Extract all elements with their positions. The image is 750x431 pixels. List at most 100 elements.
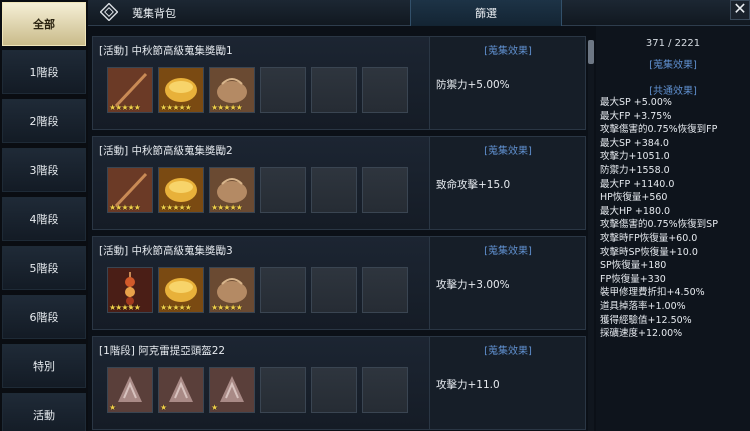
category-tab-stage-3[interactable]: 3階段 bbox=[2, 148, 86, 192]
stat-line: FP恢復量+330 bbox=[600, 273, 666, 285]
item-slot[interactable]: ★★★★★ bbox=[107, 167, 153, 213]
stat-line: 攻擊傷害的0.75%恢復到SP bbox=[600, 219, 718, 231]
item-slot[interactable]: ★★★★★ bbox=[158, 267, 204, 313]
stat-line: 最大HP +180.0 bbox=[600, 205, 671, 217]
stat-line: 獲得經驗值+12.50% bbox=[600, 314, 692, 326]
item-slot[interactable]: ★★★★★ bbox=[107, 67, 153, 113]
card-body: [活動] 中秋節高級蒐集獎勵1 ★★★★★ ★★★★★ ★★★★★ bbox=[93, 37, 429, 129]
category-tab-stage-1[interactable]: 1階段 bbox=[2, 50, 86, 94]
star-rating: ★★★★★ bbox=[211, 103, 243, 112]
stat-line: 採礦速度+12.00% bbox=[600, 328, 683, 340]
stat-line: HP恢復量+560 bbox=[600, 192, 668, 204]
effect-value: 防禦力+5.00% bbox=[436, 79, 510, 91]
effect-summary-panel: 371 / 2221 [蒐集效果] [共通效果] 最大SP +5.00% 最大F… bbox=[596, 26, 750, 431]
category-tab-all[interactable]: 全部 bbox=[2, 2, 86, 46]
item-slot[interactable]: ★★★★★ bbox=[209, 267, 255, 313]
star-rating: ★★★★★ bbox=[160, 103, 192, 112]
item-slot[interactable]: ★★★★★ bbox=[209, 167, 255, 213]
effect-value: 致命攻擊+15.0 bbox=[436, 179, 511, 191]
category-tab-stage-2[interactable]: 2階段 bbox=[2, 99, 86, 143]
empty-slot bbox=[311, 367, 357, 413]
item-slot[interactable]: ★ bbox=[158, 367, 204, 413]
stat-line: 攻擊力+1051.0 bbox=[600, 151, 670, 163]
stat-line: 道具掉落率+1.00% bbox=[600, 300, 686, 312]
empty-slot bbox=[260, 167, 306, 213]
category-tab-stage-6[interactable]: 6階段 bbox=[2, 295, 86, 339]
empty-slot bbox=[260, 367, 306, 413]
category-tab-stage-4[interactable]: 4階段 bbox=[2, 197, 86, 241]
collection-card[interactable]: [活動] 中秋節高級蒐集獎勵1 ★★★★★ ★★★★★ ★★★★★ [蒐集效果]… bbox=[92, 36, 586, 130]
scroll-thumb[interactable] bbox=[588, 40, 594, 64]
category-tab-stage-5[interactable]: 5階段 bbox=[2, 246, 86, 290]
window-title: 蒐集背包 bbox=[132, 7, 176, 20]
category-tab-event[interactable]: 活動 bbox=[2, 393, 86, 431]
collection-card[interactable]: [1階段] 阿克雷提亞頭盔22 ★ ★ ★ [蒐集效果] 攻擊力+11.0 bbox=[92, 336, 586, 430]
star-rating: ★ bbox=[109, 403, 116, 412]
stat-line: 攻擊時FP恢復量+60.0 bbox=[600, 232, 698, 244]
collection-list: [活動] 中秋節高級蒐集獎勵1 ★★★★★ ★★★★★ ★★★★★ [蒐集效果]… bbox=[92, 36, 586, 431]
card-body: [活動] 中秋節高級蒐集獎勵2 ★★★★★ ★★★★★ ★★★★★ bbox=[93, 137, 429, 229]
empty-slot bbox=[311, 67, 357, 113]
card-title: [1階段] 阿克雷提亞頭盔22 bbox=[99, 345, 226, 357]
star-rating: ★★★★★ bbox=[109, 103, 141, 112]
effect-heading: [蒐集效果] bbox=[484, 146, 532, 157]
empty-slot bbox=[362, 367, 408, 413]
stat-line: 攻擊傷害的0.75%恢復到FP bbox=[600, 124, 718, 136]
star-rating: ★★★★★ bbox=[109, 303, 141, 312]
star-rating: ★ bbox=[160, 403, 167, 412]
empty-slot bbox=[362, 267, 408, 313]
empty-slot bbox=[362, 167, 408, 213]
stat-line: 攻擊時SP恢復量+10.0 bbox=[600, 246, 698, 258]
filter-tab[interactable]: 篩選 bbox=[410, 0, 562, 26]
star-rating: ★★★★★ bbox=[160, 203, 192, 212]
item-slot[interactable]: ★ bbox=[107, 367, 153, 413]
list-scrollbar[interactable] bbox=[588, 40, 594, 431]
item-slot[interactable]: ★★★★★ bbox=[158, 167, 204, 213]
card-effect-panel: [蒐集效果] 攻擊力+11.0 bbox=[429, 337, 585, 429]
card-title: [活動] 中秋節高級蒐集獎勵1 bbox=[99, 45, 233, 57]
empty-slot bbox=[362, 67, 408, 113]
card-effect-panel: [蒐集效果] 攻擊力+3.00% bbox=[429, 237, 585, 329]
stat-line: 最大SP +5.00% bbox=[600, 97, 672, 108]
item-slot[interactable]: ★ bbox=[209, 367, 255, 413]
collection-card[interactable]: [活動] 中秋節高級蒐集獎勵2 ★★★★★ ★★★★★ ★★★★★ [蒐集效果]… bbox=[92, 136, 586, 230]
card-effect-panel: [蒐集效果] 致命攻擊+15.0 bbox=[429, 137, 585, 229]
title-bar: 蒐集背包 篩選 bbox=[88, 0, 750, 26]
stat-line: 最大FP +1140.0 bbox=[600, 178, 675, 190]
collection-card[interactable]: [活動] 中秋節高級蒐集獎勵3 ★★★★★ ★★★★★ ★★★★★ [蒐集效果]… bbox=[92, 236, 586, 330]
summary-heading: [蒐集效果] bbox=[649, 60, 697, 71]
empty-slot bbox=[260, 67, 306, 113]
star-rating: ★★★★★ bbox=[160, 303, 192, 312]
card-effect-panel: [蒐集效果] 防禦力+5.00% bbox=[429, 37, 585, 129]
stat-line: SP恢復量+180 bbox=[600, 260, 667, 272]
star-rating: ★★★★★ bbox=[109, 203, 141, 212]
stat-line: 最大SP +384.0 bbox=[600, 137, 669, 149]
card-title: [活動] 中秋節高級蒐集獎勵2 bbox=[99, 145, 233, 157]
effect-heading: [蒐集效果] bbox=[484, 346, 532, 357]
category-sidebar: 全部 1階段 2階段 3階段 4階段 5階段 6階段 特別 活動 bbox=[0, 0, 88, 431]
stat-line: 防禦力+1558.0 bbox=[600, 164, 670, 176]
close-button[interactable]: ✕ bbox=[730, 0, 750, 20]
star-rating: ★★★★★ bbox=[211, 303, 243, 312]
card-title: [活動] 中秋節高級蒐集獎勵3 bbox=[99, 245, 233, 257]
card-body: [1階段] 阿克雷提亞頭盔22 ★ ★ ★ bbox=[93, 337, 429, 429]
stat-line: 裝甲修理費折扣+4.50% bbox=[600, 287, 705, 299]
card-body: [活動] 中秋節高級蒐集獎勵3 ★★★★★ ★★★★★ ★★★★★ bbox=[93, 237, 429, 329]
collection-count: 371 / 2221 bbox=[645, 38, 701, 49]
item-slot[interactable]: ★★★★★ bbox=[209, 67, 255, 113]
effect-heading: [蒐集效果] bbox=[484, 246, 532, 257]
item-slot[interactable]: ★★★★★ bbox=[158, 67, 204, 113]
star-rating: ★★★★★ bbox=[211, 203, 243, 212]
effect-value: 攻擊力+11.0 bbox=[436, 379, 500, 391]
empty-slot bbox=[311, 167, 357, 213]
item-slot[interactable]: ★★★★★ bbox=[107, 267, 153, 313]
effect-value: 攻擊力+3.00% bbox=[436, 279, 510, 291]
category-tab-special[interactable]: 特別 bbox=[2, 344, 86, 388]
effect-heading: [蒐集效果] bbox=[484, 46, 532, 57]
common-effect-heading: [共通效果] bbox=[649, 86, 697, 97]
stat-list: 最大SP +5.00% 最大FP +3.75% 攻擊傷害的0.75%恢復到FP … bbox=[600, 96, 750, 341]
empty-slot bbox=[311, 267, 357, 313]
star-rating: ★ bbox=[211, 403, 218, 412]
empty-slot bbox=[260, 267, 306, 313]
stat-line: 最大FP +3.75% bbox=[600, 110, 672, 122]
